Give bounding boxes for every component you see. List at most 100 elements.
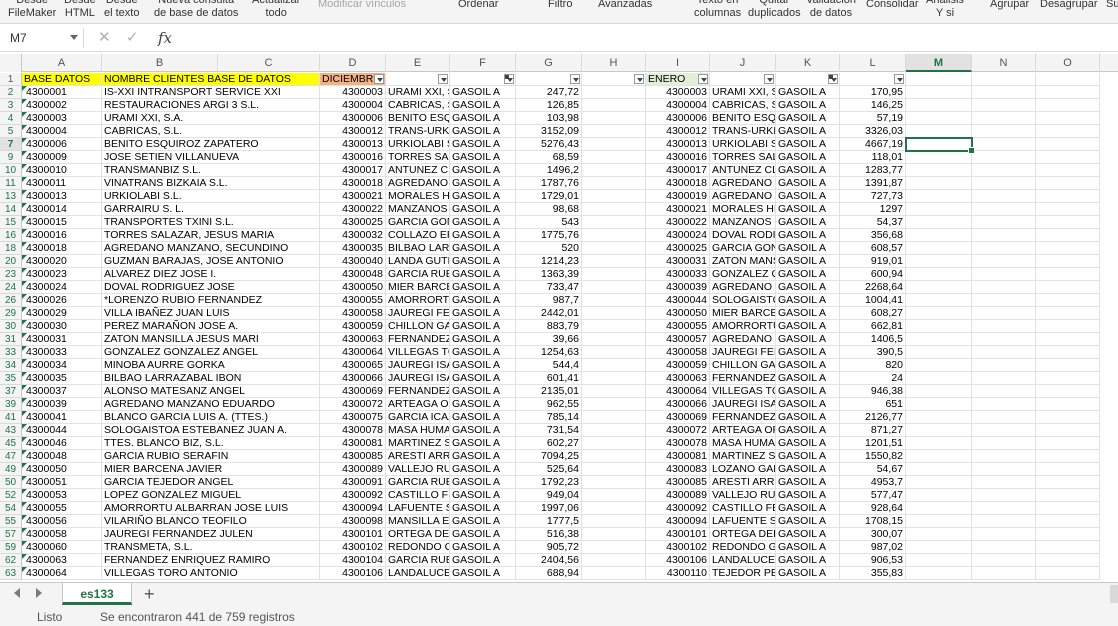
ribbon-button-4[interactable]: Actualizar todo xyxy=(252,0,300,20)
row-header[interactable]: 57 xyxy=(0,528,22,541)
cell-producto-enero[interactable]: GASOIL A xyxy=(776,138,840,151)
cell-cliente-enero[interactable]: GONZALEZ G xyxy=(710,268,776,281)
cell-litros-diciembre[interactable]: 905,72 xyxy=(516,541,582,554)
cell[interactable] xyxy=(906,307,972,320)
cell-cliente-enero[interactable]: ZATON MANS xyxy=(710,255,776,268)
cell-cliente-diciembre[interactable]: JAUREGI FEI xyxy=(386,307,450,320)
cell-cliente-diciembre[interactable]: ARESTI ARRI xyxy=(386,450,450,463)
prev-sheet-icon[interactable] xyxy=(14,588,20,598)
cell[interactable] xyxy=(972,268,1036,281)
cell[interactable] xyxy=(906,528,972,541)
cell-codigo-diciembre[interactable]: 4300003 xyxy=(320,86,386,99)
select-all-corner[interactable] xyxy=(0,54,22,72)
cell-cliente-diciembre[interactable]: JAUREGI ISA xyxy=(386,359,450,372)
cell-base-datos[interactable]: 4300037 xyxy=(22,385,102,398)
cell-base-datos[interactable]: 4300064 xyxy=(22,567,102,580)
cell-base-datos[interactable]: 4300035 xyxy=(22,372,102,385)
cell[interactable] xyxy=(906,268,972,281)
cell-cliente-diciembre[interactable]: AMORRORTU xyxy=(386,294,450,307)
cell-base-datos[interactable]: 4300044 xyxy=(22,424,102,437)
cell-producto-enero[interactable]: GASOIL A xyxy=(776,372,840,385)
header-cell-f[interactable] xyxy=(450,73,516,86)
ribbon-button-0[interactable]: Desde FileMaker xyxy=(8,0,56,20)
cell[interactable] xyxy=(906,333,972,346)
cell[interactable] xyxy=(906,242,972,255)
cell-cliente-enero[interactable]: LOZANO GAF xyxy=(710,463,776,476)
cell-base-datos[interactable]: 4300009 xyxy=(22,151,102,164)
cell-codigo-diciembre[interactable]: 4300035 xyxy=(320,242,386,255)
cell-producto-enero[interactable]: GASOIL A xyxy=(776,151,840,164)
cell[interactable] xyxy=(1036,307,1100,320)
cell[interactable] xyxy=(1036,541,1100,554)
cell[interactable] xyxy=(582,203,646,216)
row-header[interactable]: 39 xyxy=(0,398,22,411)
column-header-l[interactable]: L xyxy=(840,54,906,72)
cell[interactable] xyxy=(1036,359,1100,372)
cell[interactable] xyxy=(906,255,972,268)
cell-nombre-cliente[interactable]: TRANSPORTES TXINI S.L. xyxy=(102,216,320,229)
cell-cliente-enero[interactable]: JAUREGI FEI xyxy=(710,346,776,359)
cell-cliente-diciembre[interactable]: FERNANDEZ xyxy=(386,333,450,346)
cell-codigo-diciembre[interactable]: 4300058 xyxy=(320,307,386,320)
cell[interactable] xyxy=(906,229,972,242)
cell-codigo-diciembre[interactable]: 4300081 xyxy=(320,437,386,450)
cell-litros-diciembre[interactable]: 1496,2 xyxy=(516,164,582,177)
cell-cliente-diciembre[interactable]: CHILLON GAI xyxy=(386,320,450,333)
cell-codigo-enero[interactable]: 4300022 xyxy=(646,216,710,229)
cell-codigo-enero[interactable]: 4300031 xyxy=(646,255,710,268)
cell-cliente-diciembre[interactable]: GARCIA RUB xyxy=(386,554,450,567)
cell-cliente-enero[interactable]: SOLOGAISTC xyxy=(710,294,776,307)
cell[interactable] xyxy=(582,372,646,385)
cell-nombre-cliente[interactable]: BILBAO LARRAZABAL IBON xyxy=(102,372,320,385)
cell[interactable] xyxy=(1036,502,1100,515)
cell[interactable] xyxy=(582,502,646,515)
ribbon-button-13[interactable]: Análisis Y si xyxy=(926,0,964,20)
cell-litros-diciembre[interactable]: 883,79 xyxy=(516,320,582,333)
cell[interactable] xyxy=(1036,333,1100,346)
cell[interactable] xyxy=(906,437,972,450)
cell-codigo-enero[interactable]: 4300050 xyxy=(646,307,710,320)
cell[interactable] xyxy=(972,346,1036,359)
row-header[interactable]: 59 xyxy=(0,541,22,554)
cell[interactable] xyxy=(906,450,972,463)
cell-producto-enero[interactable]: GASOIL A xyxy=(776,437,840,450)
cell[interactable] xyxy=(1036,268,1100,281)
cell-litros-enero[interactable]: 170,95 xyxy=(840,86,906,99)
row-header[interactable]: 43 xyxy=(0,424,22,437)
cell-cliente-diciembre[interactable]: AGREDANO I xyxy=(386,177,450,190)
cell[interactable] xyxy=(582,242,646,255)
cell-codigo-enero[interactable]: 4300021 xyxy=(646,203,710,216)
cell-cliente-enero[interactable]: GARCIA GON xyxy=(710,242,776,255)
ribbon-button-11[interactable]: Validación de datos xyxy=(806,0,856,20)
cell-producto-diciembre[interactable]: GASOIL A xyxy=(450,125,516,138)
cell-base-datos[interactable]: 4300020 xyxy=(22,255,102,268)
cell-base-datos[interactable]: 4300006 xyxy=(22,138,102,151)
cell-cliente-enero[interactable]: AGREDANO I xyxy=(710,333,776,346)
cell-producto-enero[interactable]: GASOIL A xyxy=(776,346,840,359)
cell-producto-enero[interactable]: GASOIL A xyxy=(776,294,840,307)
cell[interactable] xyxy=(972,372,1036,385)
cell[interactable] xyxy=(582,385,646,398)
row-header[interactable]: 45 xyxy=(0,437,22,450)
cell[interactable] xyxy=(582,489,646,502)
formula-input[interactable] xyxy=(184,28,1104,48)
cell[interactable] xyxy=(582,255,646,268)
cell-codigo-diciembre[interactable]: 4300004 xyxy=(320,99,386,112)
filter-dropdown-icon[interactable] xyxy=(570,74,580,84)
cell[interactable] xyxy=(906,567,972,580)
cell[interactable] xyxy=(1036,424,1100,437)
cell-codigo-diciembre[interactable]: 4300022 xyxy=(320,203,386,216)
cell[interactable] xyxy=(1036,112,1100,125)
cell-base-datos[interactable]: 4300024 xyxy=(22,281,102,294)
cell-producto-enero[interactable]: GASOIL A xyxy=(776,242,840,255)
cell[interactable] xyxy=(1036,528,1100,541)
cell-base-datos[interactable]: 4300033 xyxy=(22,346,102,359)
cell-codigo-enero[interactable]: 4300072 xyxy=(646,424,710,437)
cell-nombre-cliente[interactable]: TRANSMETA, S.L. xyxy=(102,541,320,554)
cell[interactable] xyxy=(972,307,1036,320)
row-header[interactable]: 47 xyxy=(0,450,22,463)
cell-producto-diciembre[interactable]: GASOIL A xyxy=(450,99,516,112)
cell-producto-diciembre[interactable]: GASOIL A xyxy=(450,437,516,450)
sheet-tab-es133[interactable]: es133 xyxy=(62,583,132,605)
cell-nombre-cliente[interactable]: TTES. BLANCO BIZ, S.L. xyxy=(102,437,320,450)
